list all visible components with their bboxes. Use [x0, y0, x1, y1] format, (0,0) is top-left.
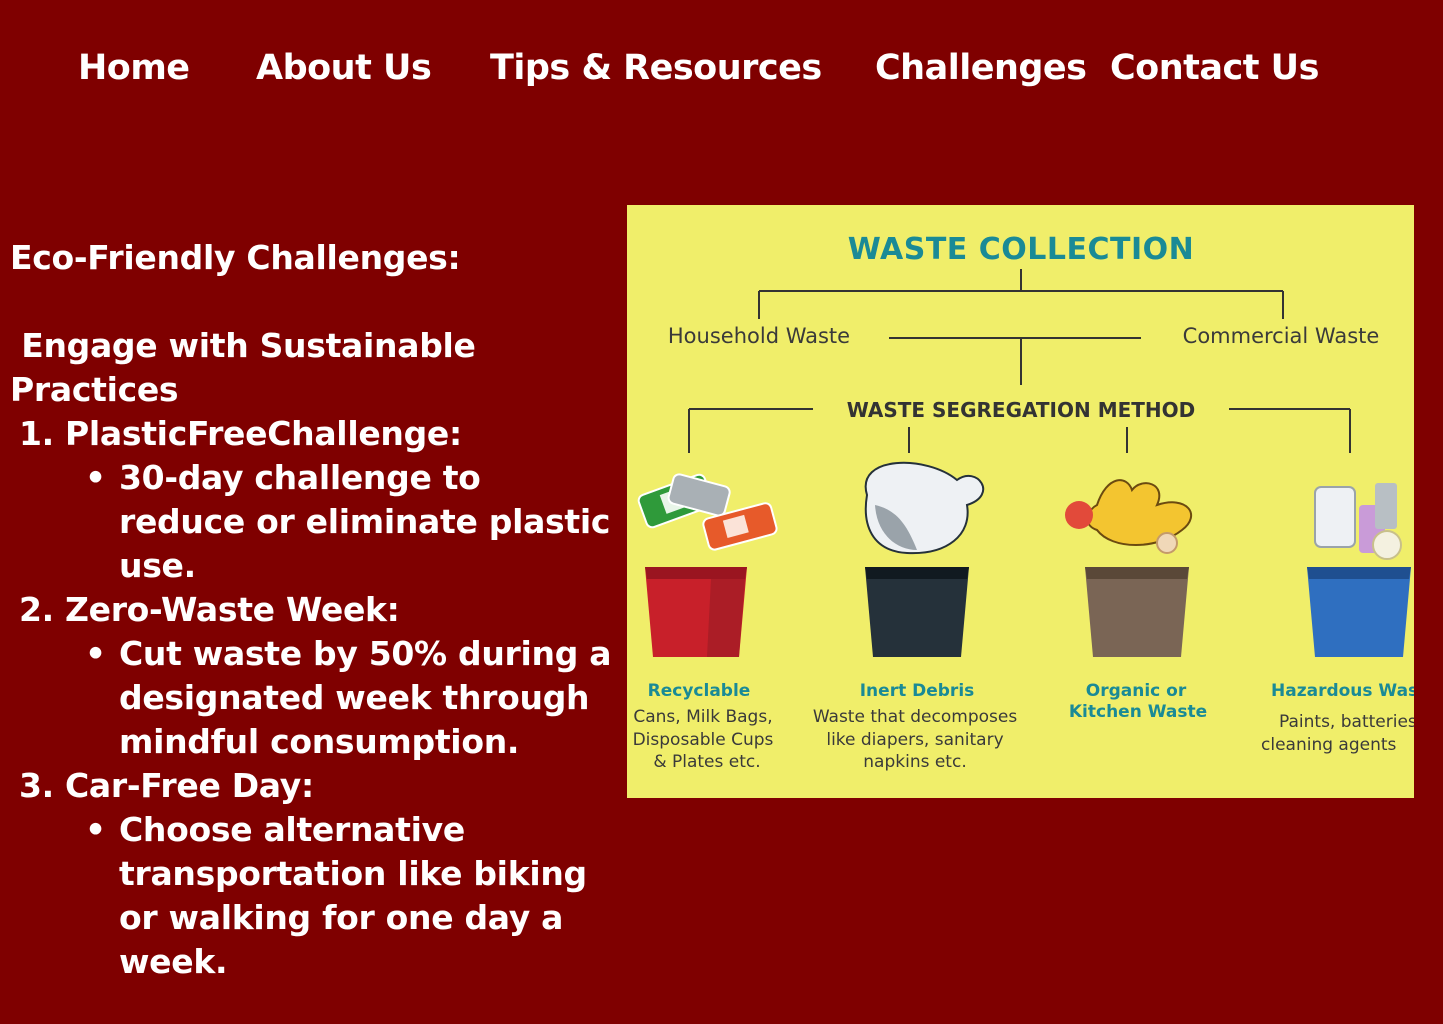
challenge-title: PlasticFreeChallenge: — [65, 414, 462, 453]
branch-household: Household Waste — [668, 324, 850, 348]
connector-lines — [688, 269, 1351, 453]
segregation-method-label: WASTE SEGREGATION METHOD — [847, 398, 1196, 422]
bin-desc-line: Paints, batteries, — [1279, 712, 1414, 732]
bullet-icon: • — [85, 634, 106, 673]
challenge-list: 1. PlasticFreeChallenge: • 30-day challen… — [10, 412, 615, 984]
challenge-item: 1. PlasticFreeChallenge: • 30-day challen… — [10, 412, 615, 588]
bin-desc-line: like diapers, sanitary — [826, 730, 1003, 750]
challenge-title: Car-Free Day: — [65, 766, 314, 805]
bin-desc-line: cleaning agents — [1261, 735, 1397, 755]
challenge-item: 3. Car-Free Day: • Choose alternative tra… — [10, 764, 615, 984]
challenge-number: 1. — [19, 414, 54, 453]
inert-debris-bin-icon — [864, 461, 985, 657]
challenge-item: 2. Zero-Waste Week: • Cut waste by 50% du… — [10, 588, 615, 764]
bullet-icon: • — [85, 810, 106, 849]
challenge-number: 3. — [19, 766, 54, 805]
challenge-detail: • Cut waste by 50% during a designated we… — [85, 634, 612, 761]
challenge-number: 2. — [19, 590, 54, 629]
branch-commercial: Commercial Waste — [1183, 324, 1380, 348]
waste-collection-infographic: WASTE COLLECTION Household Waste Commerc… — [627, 205, 1414, 798]
challenge-detail: • 30-day challenge to reduce or eliminate… — [85, 458, 611, 585]
bin-desc-line: napkins etc. — [863, 752, 966, 772]
nav-about-link[interactable]: About Us — [256, 48, 432, 88]
bin-label-organic-line2: Kitchen Waste — [1069, 702, 1207, 722]
nav-tips-link[interactable]: Tips & Resources — [490, 48, 822, 88]
bin-desc-line: Waste that decomposes — [813, 707, 1018, 727]
bin-desc-line: Disposable Cups — [633, 730, 774, 750]
bullet-icon: • — [85, 458, 106, 497]
section-subheading: Engage with Sustainable Practices — [10, 326, 476, 409]
bin-label-organic: Organic or — [1086, 681, 1187, 701]
bin-label-recyclable: Recyclable — [648, 681, 751, 701]
recyclable-bin-icon — [637, 473, 778, 657]
challenge-detail: • Choose alternative transportation like … — [85, 810, 587, 981]
challenges-section: Eco-Friendly Challenges: Engage with Sus… — [10, 236, 615, 984]
hazardous-bin-icon — [1307, 483, 1411, 657]
bin-label-hazardous: Hazardous Waste — [1271, 681, 1414, 701]
challenge-title: Zero-Waste Week: — [65, 590, 400, 629]
bin-label-inert: Inert Debris — [860, 681, 975, 701]
bin-desc-line: & Plates etc. — [653, 752, 760, 772]
figure-title: WASTE COLLECTION — [848, 232, 1194, 267]
nav-contact-link[interactable]: Contact Us — [1110, 48, 1319, 88]
section-heading: Eco-Friendly Challenges: — [10, 238, 461, 277]
organic-bin-icon — [1065, 479, 1193, 657]
bin-desc-line: Cans, Milk Bags, — [633, 707, 772, 727]
nav-challenges-link[interactable]: Challenges — [875, 48, 1087, 88]
infographic-svg: WASTE COLLECTION Household Waste Commerc… — [633, 232, 1414, 772]
nav-home-link[interactable]: Home — [78, 48, 190, 88]
